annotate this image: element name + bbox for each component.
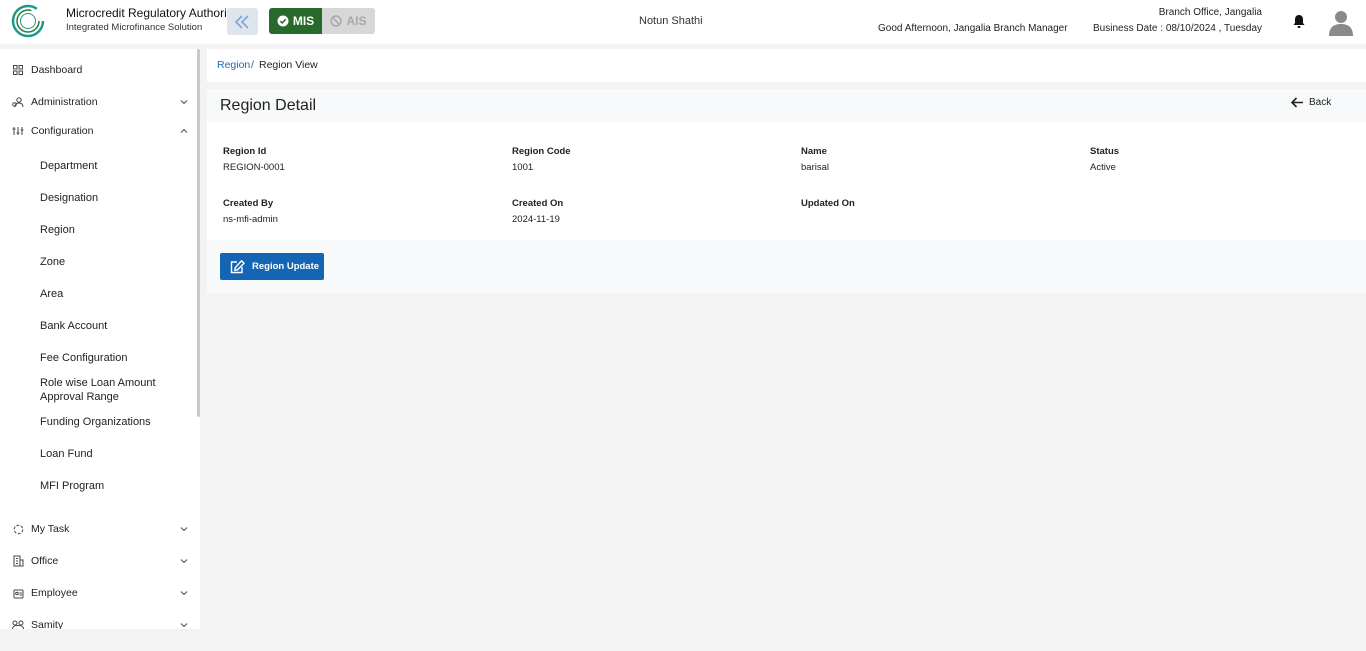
region-detail-panel: Region Id REGION-0001 Region Code 1001 N… <box>207 122 1366 240</box>
sidebar-subitem-region[interactable]: Region <box>40 223 190 237</box>
ais-toggle-button[interactable]: AIS <box>322 8 375 34</box>
sidebar-subitem-funding-organizations[interactable]: Funding Organizations <box>40 415 190 429</box>
region-code-label: Region Code <box>512 146 571 157</box>
sidebar-subitem-fee-configuration[interactable]: Fee Configuration <box>40 351 190 365</box>
sidebar-item-office[interactable]: Office <box>0 550 196 572</box>
user-avatar-icon[interactable] <box>1328 9 1354 36</box>
chevron-down-icon <box>180 591 188 596</box>
edit-square-icon <box>230 259 245 273</box>
sidebar-subitem-mfi-program[interactable]: MFI Program <box>40 479 190 493</box>
region-id-label: Region Id <box>223 146 267 157</box>
mis-label: MIS <box>292 14 315 28</box>
sidebar-item-label: My Task <box>31 523 70 535</box>
ais-label: AIS <box>346 14 367 28</box>
sidebar-item-samity[interactable]: Samity <box>0 614 196 629</box>
back-label: Back <box>1309 97 1332 108</box>
sidebar-item-label: Office <box>31 555 59 567</box>
sidebar-subitem-area[interactable]: Area <box>40 287 190 301</box>
mra-logo <box>11 4 45 38</box>
grid-icon <box>12 64 24 76</box>
spinner-icon <box>12 523 24 535</box>
created-by-label: Created By <box>223 198 274 209</box>
sidebar-item-my-task[interactable]: My Task <box>0 518 196 540</box>
sidebar-subitem-loan-approval-range[interactable]: Role wise Loan Amount Approval Range <box>40 376 165 404</box>
chevron-up-icon <box>180 128 188 133</box>
sidebar-item-dashboard[interactable]: Dashboard <box>0 59 196 81</box>
status-label: Status <box>1090 146 1120 157</box>
name-label: Name <box>801 146 827 157</box>
breadcrumb: Region / Region View <box>207 49 1366 82</box>
user-greeting: Good Afternoon, Jangalia Branch Manager <box>878 23 1068 34</box>
sidebar-item-label: Configuration <box>31 125 94 137</box>
sidebar: Dashboard Administration Configuration D… <box>0 49 200 629</box>
created-by-value: ns-mfi-admin <box>223 214 278 225</box>
branch-office: Branch Office, Jangalia <box>1158 7 1262 18</box>
app-name: Notun Shathi <box>639 15 703 27</box>
chevron-down-icon <box>180 623 188 628</box>
detail-header: Region Detail Back <box>207 89 1366 122</box>
employee-icon <box>12 587 24 599</box>
ban-icon <box>330 15 343 27</box>
sidebar-subitem-designation[interactable]: Designation <box>40 191 190 205</box>
sidebar-subitem-department[interactable]: Department <box>40 159 190 173</box>
region-id-value: REGION-0001 <box>223 162 285 173</box>
brand-subtitle: Integrated Microfinance Solution <box>66 22 203 33</box>
sidebar-item-label: Employee <box>31 587 78 599</box>
breadcrumb-separator: / <box>251 59 254 71</box>
chevron-down-icon <box>180 559 188 564</box>
double-chevron-left-icon <box>234 14 249 29</box>
created-on-label: Created On <box>512 198 564 209</box>
admin-users-icon <box>12 96 24 108</box>
region-update-button[interactable]: Region Update <box>220 253 324 280</box>
arrow-left-icon <box>1291 97 1303 108</box>
brand-title: Microcredit Regulatory Authority <box>66 6 237 20</box>
region-code-value: 1001 <box>512 162 534 173</box>
breadcrumb-current: Region View <box>259 59 318 71</box>
back-button[interactable]: Back <box>1291 97 1331 108</box>
sidebar-subitem-bank-account[interactable]: Bank Account <box>40 319 190 333</box>
chevron-down-icon <box>180 527 188 532</box>
sidebar-item-employee[interactable]: Employee <box>0 582 196 604</box>
sidebar-collapse-button[interactable] <box>227 8 258 35</box>
sidebar-scrollbar[interactable] <box>197 49 200 417</box>
region-update-label: Region Update <box>252 261 320 272</box>
sidebar-item-label: Administration <box>31 96 98 108</box>
sidebar-subitem-loan-fund[interactable]: Loan Fund <box>40 447 190 461</box>
breadcrumb-link-region[interactable]: Region <box>217 59 250 71</box>
top-header: Microcredit Regulatory Authority Integra… <box>0 0 1366 44</box>
sidebar-item-label: Samity <box>31 619 64 629</box>
building-icon <box>12 555 24 567</box>
sidebar-item-configuration[interactable]: Configuration <box>0 120 196 142</box>
bell-icon[interactable] <box>1292 14 1306 29</box>
updated-on-label: Updated On <box>801 198 855 209</box>
sidebar-item-label: Dashboard <box>31 64 83 76</box>
action-bar: Region Update <box>207 240 1366 293</box>
sliders-icon <box>12 125 24 137</box>
mis-toggle-button[interactable]: MIS <box>269 8 322 34</box>
group-icon <box>12 619 24 629</box>
name-value: barisal <box>801 162 829 173</box>
sidebar-item-administration[interactable]: Administration <box>0 91 196 113</box>
sidebar-subitem-zone[interactable]: Zone <box>40 255 190 269</box>
created-on-value: 2024-11-19 <box>512 214 560 225</box>
page-title: Region Detail <box>220 97 317 114</box>
status-value: Active <box>1090 162 1116 173</box>
check-circle-icon <box>277 15 289 27</box>
chevron-down-icon <box>180 100 188 105</box>
business-date: Business Date : 08/10/2024 , Tuesday <box>1093 23 1262 34</box>
